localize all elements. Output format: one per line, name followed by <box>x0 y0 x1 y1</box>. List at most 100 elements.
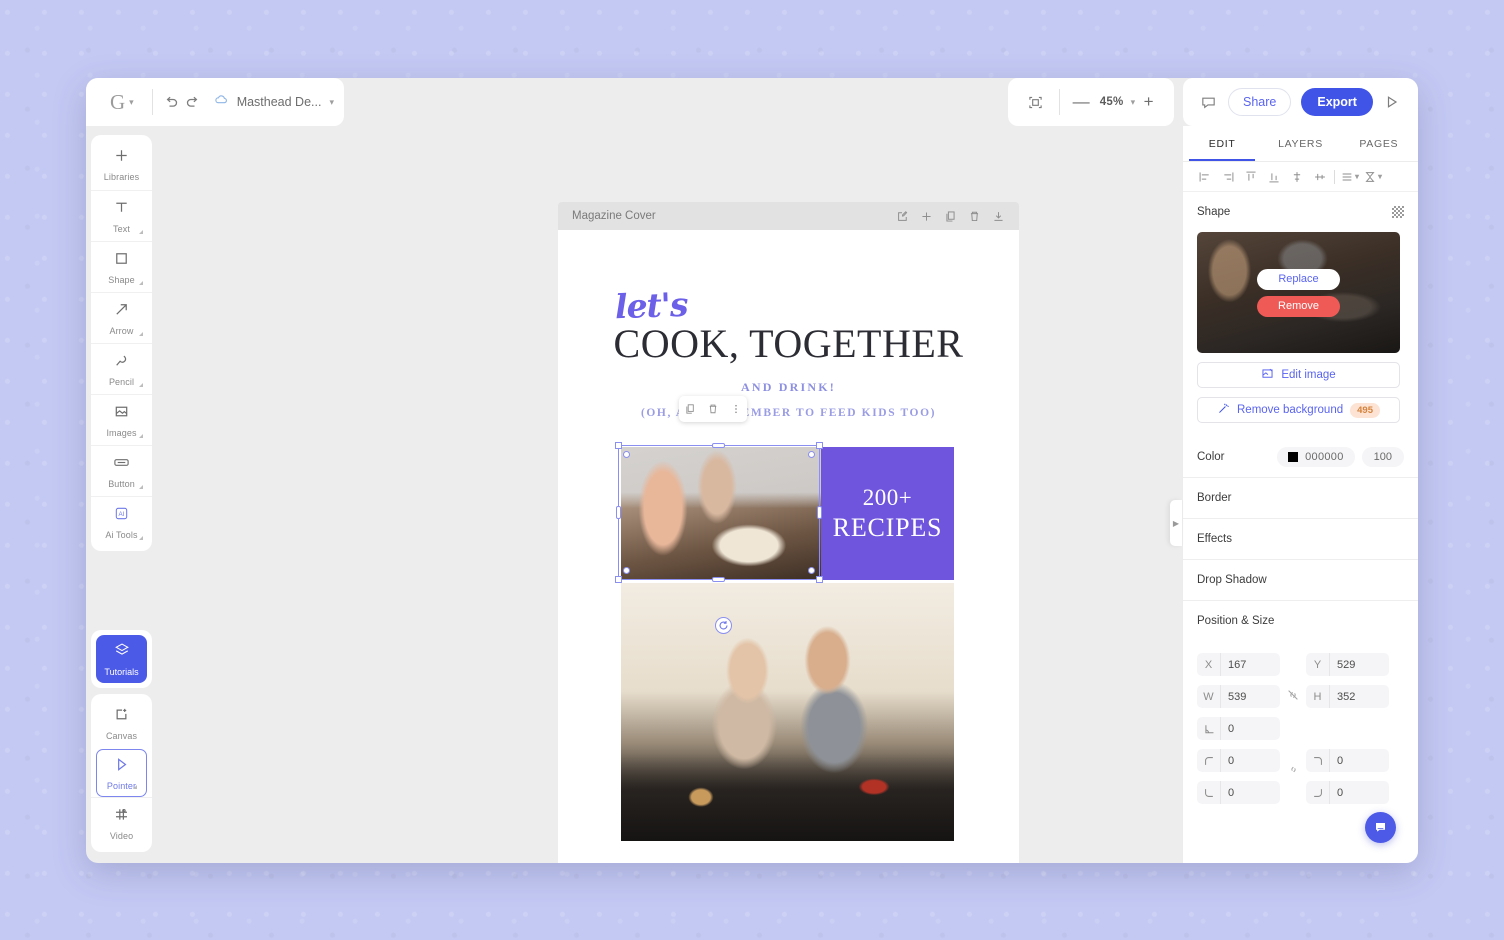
distribute-vertical-icon[interactable]: ▾ <box>1361 166 1384 188</box>
download-icon[interactable] <box>992 210 1005 223</box>
color-swatch[interactable] <box>1288 452 1299 462</box>
align-bottom-icon[interactable] <box>1262 166 1285 188</box>
y-field[interactable]: Y <box>1306 653 1389 676</box>
corner-tl-input[interactable] <box>1220 749 1280 772</box>
h-field[interactable]: H <box>1306 685 1389 708</box>
ai-icon: AI <box>113 505 130 527</box>
align-top-icon[interactable] <box>1239 166 1262 188</box>
color-opacity-field[interactable]: 100 <box>1361 447 1404 467</box>
collapse-panel-icon[interactable]: ▶ <box>1170 500 1182 546</box>
comment-icon[interactable] <box>1199 88 1218 116</box>
border-section-header[interactable]: Border <box>1197 478 1404 518</box>
w-field[interactable]: W <box>1197 685 1280 708</box>
drop-shadow-section-header[interactable]: Drop Shadow <box>1197 560 1404 600</box>
x-field[interactable]: X <box>1197 653 1280 676</box>
tab-layers[interactable]: LAYERS <box>1261 126 1339 161</box>
chevron-down-icon[interactable]: ▾ <box>1131 97 1136 108</box>
expand-corner-icon <box>139 536 143 540</box>
w-input[interactable] <box>1220 685 1280 708</box>
color-hex-field[interactable]: 000000 <box>1277 447 1355 467</box>
export-button[interactable]: Export <box>1301 88 1373 116</box>
corner-br-field[interactable] <box>1306 781 1389 804</box>
tool-images[interactable]: Images <box>91 394 152 445</box>
tool-button[interactable]: Button <box>91 445 152 496</box>
corner-tr-input[interactable] <box>1329 749 1389 772</box>
image-thumbnail-preview[interactable]: Replace Remove <box>1197 232 1400 353</box>
tab-edit[interactable]: EDIT <box>1183 126 1261 161</box>
chat-bubble-icon[interactable] <box>1365 812 1396 843</box>
edit-icon[interactable] <box>896 210 909 223</box>
position-size-section-header[interactable]: Position & Size <box>1197 601 1404 641</box>
app-logo-menu[interactable]: G ▾ <box>96 91 144 113</box>
tab-pages[interactable]: PAGES <box>1340 126 1418 161</box>
mode-canvas[interactable]: Canvas <box>91 698 152 749</box>
corner-tl-field[interactable] <box>1197 749 1280 772</box>
expand-corner-icon <box>139 332 143 336</box>
cover-subtitle[interactable]: AND DRINK! <box>558 380 1019 395</box>
recipes-badge-block[interactable]: 200+ RECIPES <box>821 447 954 580</box>
shape-section-title: Shape <box>1197 206 1231 218</box>
shape-section: Shape <box>1183 192 1418 232</box>
trash-icon[interactable] <box>968 210 981 223</box>
chevron-down-icon: ▾ <box>1377 172 1382 181</box>
tool-text[interactable]: Text <box>91 190 152 241</box>
trash-icon[interactable] <box>707 403 719 415</box>
rotation-field[interactable] <box>1197 717 1280 740</box>
redo-icon[interactable] <box>182 88 204 116</box>
align-horizontal-center-icon[interactable] <box>1308 166 1331 188</box>
mode-video[interactable]: Video <box>91 797 152 848</box>
h-input[interactable] <box>1329 685 1389 708</box>
selection-floating-toolbar <box>679 396 747 422</box>
tool-pencil[interactable]: Pencil <box>91 343 152 394</box>
align-vertical-center-icon[interactable] <box>1285 166 1308 188</box>
image-icon <box>113 403 130 425</box>
undo-icon[interactable] <box>160 88 182 116</box>
tool-arrow[interactable]: Arrow <box>91 292 152 343</box>
remove-background-button[interactable]: Remove background 495 <box>1197 397 1400 423</box>
tool-shape[interactable]: Shape <box>91 241 152 292</box>
edit-image-button[interactable]: Edit image <box>1197 362 1400 388</box>
tool-label: Libraries <box>103 172 140 182</box>
tool-libraries[interactable]: Libraries <box>91 139 152 190</box>
document-name-menu[interactable]: Masthead De... ▾ <box>214 92 334 112</box>
share-button[interactable]: Share <box>1228 88 1292 116</box>
more-vertical-icon[interactable] <box>730 403 742 415</box>
link-icon[interactable] <box>1280 763 1306 779</box>
rotate-icon[interactable] <box>715 617 732 634</box>
corner-bl-input[interactable] <box>1220 781 1280 804</box>
magazine-cover-page[interactable]: let's COOK, TOGETHER AND DRINK! (OH, AND… <box>558 230 1019 863</box>
corner-tr-icon <box>1306 749 1329 772</box>
tutorials-button[interactable]: Tutorials <box>96 635 147 683</box>
replace-button[interactable]: Replace <box>1257 268 1340 290</box>
duplicate-icon[interactable] <box>944 210 957 223</box>
cover-tagline[interactable]: (OH, AND REMEMBER TO FEED KIDS TOO) <box>558 407 1019 419</box>
corner-bl-field[interactable] <box>1197 781 1280 804</box>
present-play-icon[interactable] <box>1383 88 1402 116</box>
checkerboard-icon[interactable] <box>1392 206 1404 218</box>
x-input[interactable] <box>1220 653 1280 676</box>
corner-br-input[interactable] <box>1329 781 1389 804</box>
remove-button[interactable]: Remove <box>1257 295 1340 317</box>
cover-photo-top[interactable] <box>621 447 821 580</box>
distribute-horizontal-icon[interactable]: ▾ <box>1338 166 1361 188</box>
corner-tr-field[interactable] <box>1306 749 1389 772</box>
effects-section-header[interactable]: Effects <box>1197 519 1404 559</box>
rotation-input[interactable] <box>1220 717 1280 740</box>
align-right-icon[interactable] <box>1216 166 1239 188</box>
canvas-area[interactable]: Magazine Cover let's COOK, TOGETHER AND … <box>152 126 1182 863</box>
mode-label: Pointer <box>106 780 137 791</box>
shape-section-header[interactable]: Shape <box>1197 192 1404 232</box>
cover-title[interactable]: COOK, TOGETHER <box>558 320 1019 367</box>
w-label: W <box>1203 690 1214 703</box>
tool-ai-tools[interactable]: AI Ai Tools <box>91 496 152 547</box>
mode-pointer[interactable]: Pointer <box>96 749 147 797</box>
zoom-out-button[interactable]: — <box>1070 90 1093 114</box>
unlink-icon[interactable] <box>1280 688 1306 705</box>
cover-photo-bottom[interactable] <box>621 583 954 841</box>
fit-to-screen-icon[interactable] <box>1022 88 1049 116</box>
y-input[interactable] <box>1329 653 1389 676</box>
zoom-in-button[interactable]: + <box>1137 90 1160 114</box>
add-icon[interactable] <box>920 210 933 223</box>
duplicate-icon[interactable] <box>684 403 696 415</box>
align-left-icon[interactable] <box>1193 166 1216 188</box>
